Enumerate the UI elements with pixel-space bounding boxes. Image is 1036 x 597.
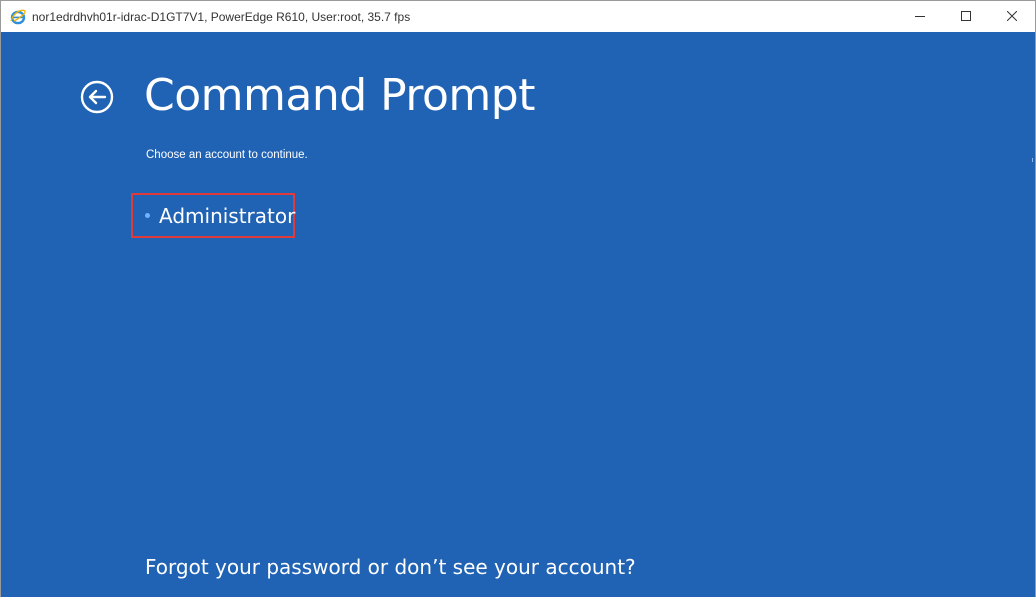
page-title: Command Prompt bbox=[144, 70, 535, 121]
maximize-icon bbox=[961, 8, 971, 26]
window-controls bbox=[897, 1, 1035, 32]
close-button[interactable] bbox=[989, 1, 1035, 32]
page-subtitle: Choose an account to continue. bbox=[146, 149, 308, 161]
minimize-button[interactable] bbox=[897, 1, 943, 32]
account-item-administrator[interactable]: Administrator bbox=[131, 193, 295, 238]
account-bullet-icon bbox=[145, 213, 150, 218]
back-button[interactable] bbox=[80, 80, 114, 114]
remote-console-window: nor1edrdhvh01r-idrac-D1GT7V1, PowerEdge … bbox=[0, 0, 1036, 597]
scrollbar-indicator bbox=[1032, 158, 1033, 162]
back-arrow-icon bbox=[80, 80, 114, 118]
account-name: Administrator bbox=[159, 203, 296, 228]
minimize-icon bbox=[915, 8, 925, 26]
internet-explorer-icon bbox=[9, 8, 27, 26]
close-icon bbox=[1006, 8, 1018, 26]
window-title: nor1edrdhvh01r-idrac-D1GT7V1, PowerEdge … bbox=[32, 9, 411, 24]
window-titlebar[interactable]: nor1edrdhvh01r-idrac-D1GT7V1, PowerEdge … bbox=[1, 1, 1035, 32]
maximize-button[interactable] bbox=[943, 1, 989, 32]
forgot-password-link[interactable]: Forgot your password or don’t see your a… bbox=[145, 555, 636, 579]
recovery-screen: Command Prompt Choose an account to cont… bbox=[1, 32, 1035, 597]
